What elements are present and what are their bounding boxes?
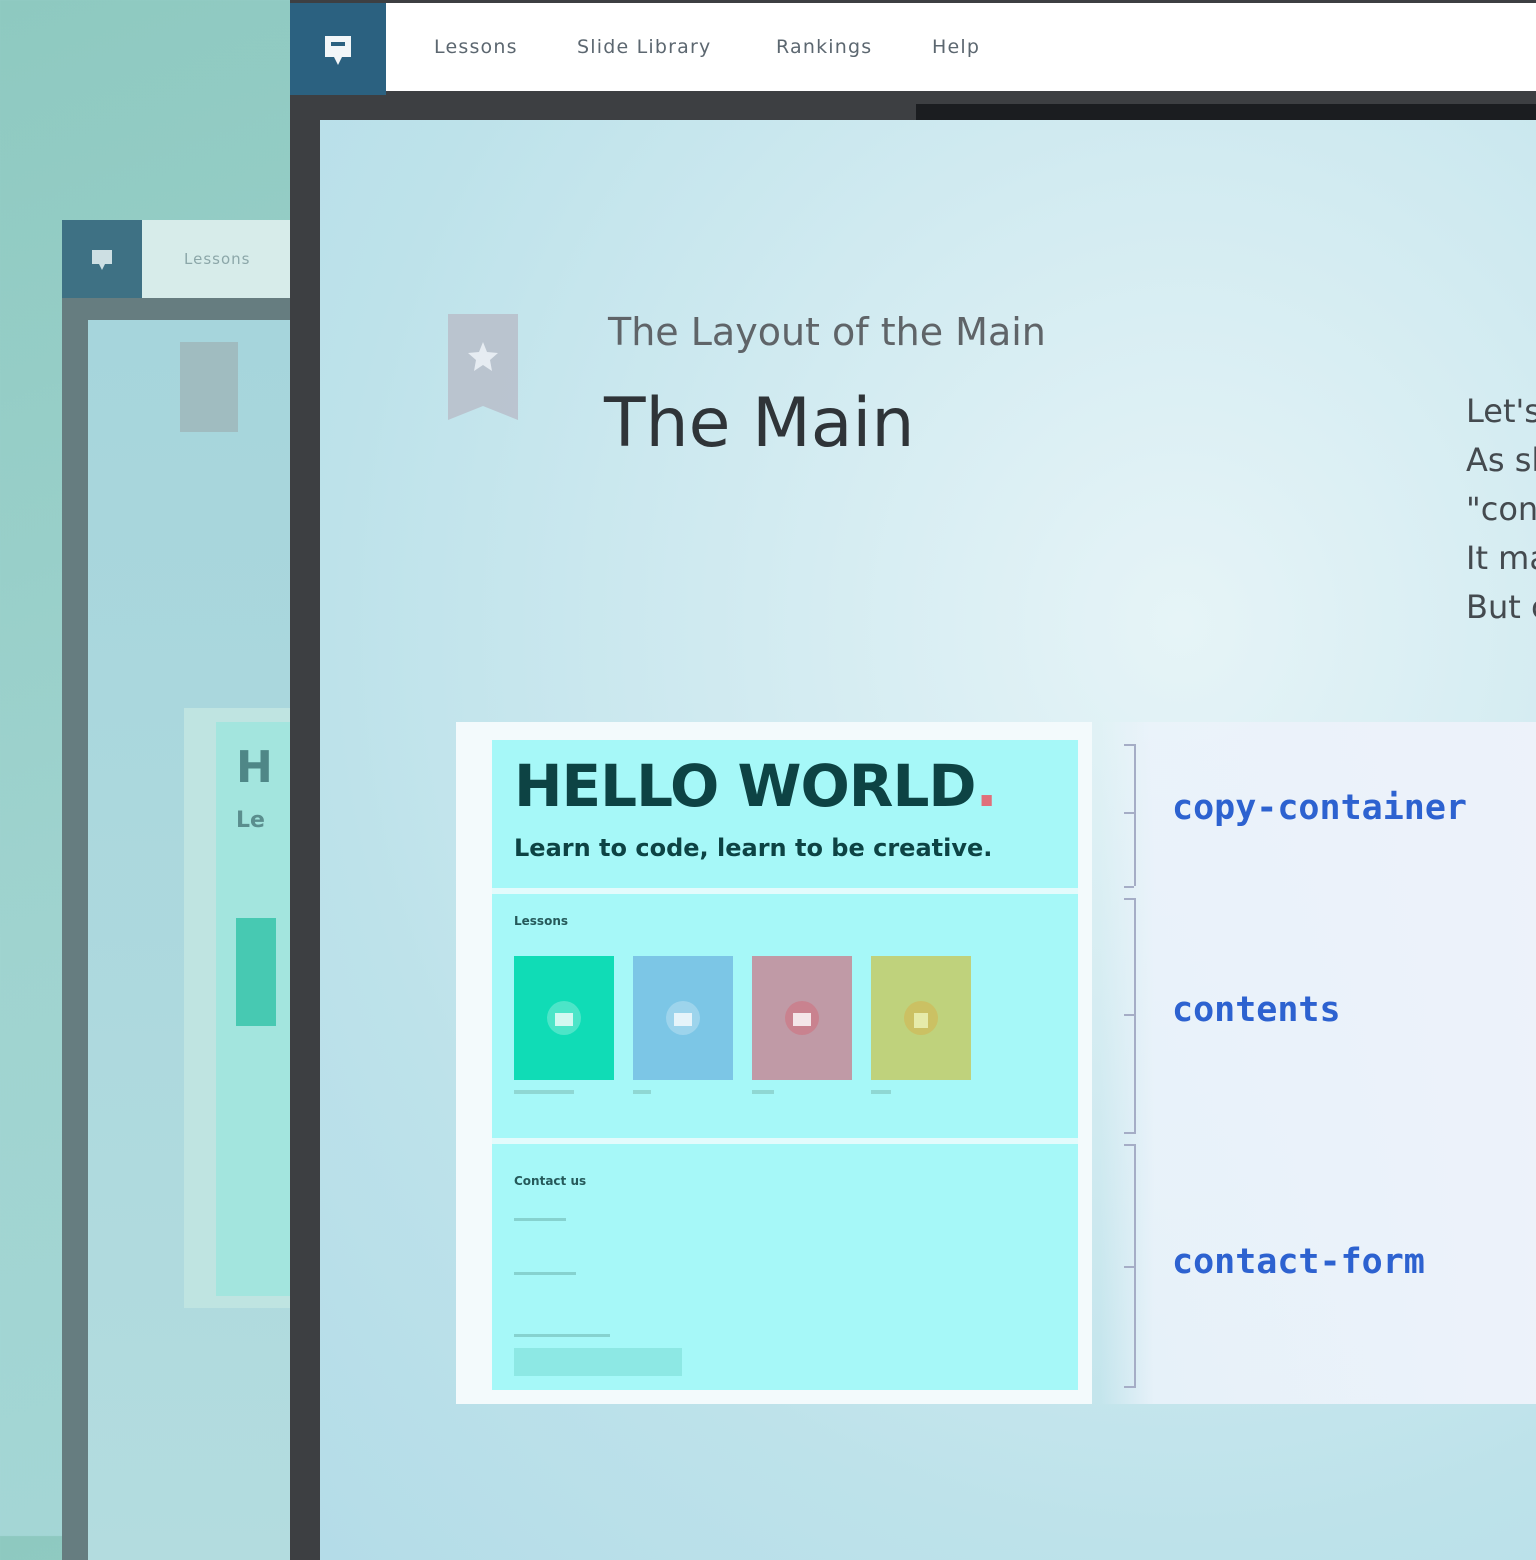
body-text-line: Let's bbox=[1466, 392, 1536, 430]
nav-slide-library[interactable]: Slide Library bbox=[577, 3, 711, 91]
background-preview-heading: H bbox=[236, 742, 273, 793]
lesson-tile[interactable] bbox=[633, 956, 733, 1080]
lesson-tile-icon bbox=[666, 1001, 700, 1035]
preview-submit-button[interactable] bbox=[514, 1348, 682, 1376]
tile-caption bbox=[752, 1090, 774, 1094]
tile-caption bbox=[514, 1090, 574, 1094]
bookmark-star-icon[interactable] bbox=[448, 314, 518, 420]
copy-container-bracket bbox=[1134, 744, 1136, 886]
slide-canvas: The Layout of the Main The Main Let's As… bbox=[320, 120, 1536, 1560]
preview-heading: HELLO WORLD. bbox=[514, 752, 998, 820]
background-bookmark-icon bbox=[180, 342, 238, 432]
progress-strip bbox=[916, 104, 1536, 120]
preview-tagline: Learn to code, learn to be creative. bbox=[514, 834, 993, 862]
lesson-tile[interactable] bbox=[752, 956, 852, 1080]
preview-lessons-heading: Lessons bbox=[514, 914, 568, 928]
nav-lessons[interactable]: Lessons bbox=[434, 3, 518, 91]
lesson-tile[interactable] bbox=[514, 956, 614, 1080]
preview-page: HELLO WORLD. Learn to code, learn to be … bbox=[492, 740, 1078, 1390]
background-lesson-tile bbox=[236, 918, 276, 1026]
logo-icon bbox=[325, 36, 351, 65]
body-text-line: "con bbox=[1466, 490, 1536, 528]
tile-caption bbox=[633, 1090, 651, 1094]
body-text-line: But c bbox=[1466, 588, 1536, 626]
annotation-contact-form: contact-form bbox=[1172, 1242, 1425, 1282]
slide-subtitle: The Layout of the Main bbox=[608, 310, 1046, 354]
preview-contents: Lessons bbox=[492, 894, 1078, 1144]
contents-bracket bbox=[1134, 898, 1136, 1134]
main-window: Lessons Slide Library Rankings Help The … bbox=[290, 0, 1536, 1560]
tile-caption bbox=[871, 1090, 891, 1094]
nav-rankings[interactable]: Rankings bbox=[776, 3, 872, 91]
body-text-line: It ma bbox=[1466, 539, 1536, 577]
form-field-label bbox=[514, 1272, 576, 1275]
preview-contact-heading: Contact us bbox=[514, 1174, 587, 1188]
form-field-label bbox=[514, 1218, 566, 1221]
background-nav-lessons: Lessons bbox=[184, 250, 251, 268]
lesson-tile-icon bbox=[785, 1001, 819, 1035]
logo-icon bbox=[92, 250, 112, 270]
background-window: Lessons H Le bbox=[62, 220, 324, 1560]
annotation-copy-container: copy-container bbox=[1172, 788, 1468, 828]
nav-help[interactable]: Help bbox=[932, 3, 980, 91]
app-logo[interactable] bbox=[290, 3, 386, 95]
preview-contact-form: Contact us bbox=[492, 1144, 1078, 1390]
annotation-contents: contents bbox=[1172, 990, 1341, 1030]
lesson-tile[interactable] bbox=[871, 956, 971, 1080]
body-text-line: As sl bbox=[1466, 441, 1536, 479]
lesson-tile-icon bbox=[547, 1001, 581, 1035]
background-preview-tagline: Le bbox=[236, 808, 265, 833]
background-logo bbox=[62, 220, 142, 298]
preview-copy-container: HELLO WORLD. Learn to code, learn to be … bbox=[492, 740, 1078, 894]
slide-title: The Main bbox=[604, 384, 915, 463]
lesson-tile-icon bbox=[904, 1001, 938, 1035]
top-navigation-bar: Lessons Slide Library Rankings Help bbox=[386, 3, 1536, 91]
form-field-label bbox=[514, 1334, 610, 1337]
layout-preview-card: HELLO WORLD. Learn to code, learn to be … bbox=[456, 722, 1092, 1404]
